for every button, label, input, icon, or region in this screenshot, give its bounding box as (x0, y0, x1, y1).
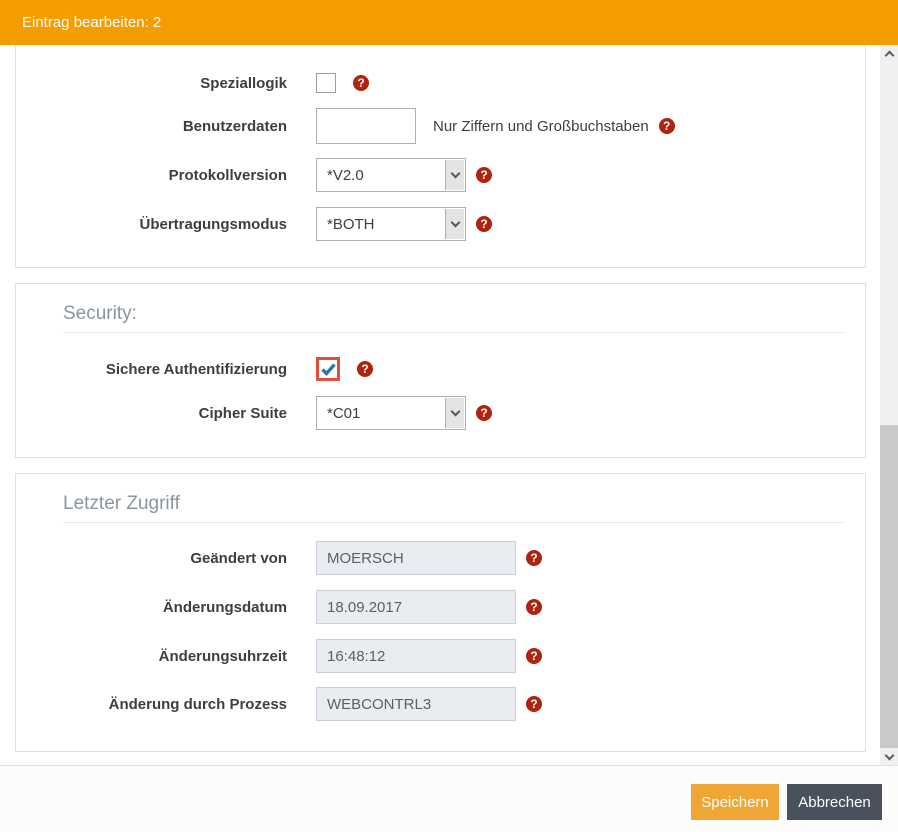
benutzerdaten-label: Benutzerdaten (16, 118, 287, 135)
scrollbar-up-button[interactable] (880, 45, 898, 62)
geaendert-von-label: Geändert von (16, 550, 287, 567)
cipher-suite-select-value: *C01 (317, 405, 360, 422)
sichere-authentifizierung-help-icon[interactable]: ? (357, 361, 373, 377)
uebertragungsmodus-select-value: *BOTH (317, 216, 375, 233)
sichere-authentifizierung-label: Sichere Authentifizierung (16, 361, 287, 378)
protokollversion-label: Protokollversion (16, 167, 287, 184)
aenderungsuhrzeit-label: Änderungsuhrzeit (16, 648, 287, 665)
checkmark-icon (321, 363, 336, 376)
cancel-button[interactable]: Abbrechen (787, 784, 882, 820)
aenderungsdatum-label: Änderungsdatum (16, 599, 287, 616)
cipher-suite-label: Cipher Suite (16, 405, 287, 422)
aenderungsuhrzeit-field: 16:48:12 (316, 639, 516, 673)
aenderungsdatum-help-icon[interactable]: ? (526, 599, 542, 615)
section-divider (63, 522, 845, 523)
form-row-sichere-authentifizierung: Sichere Authentifizierung ? (16, 356, 865, 382)
save-button[interactable]: Speichern (691, 784, 779, 820)
aenderung-durch-prozess-field: WEBCONTRL3 (316, 687, 516, 721)
chevron-down-icon (884, 750, 894, 760)
speziallogik-label: Speziallogik (16, 75, 287, 92)
uebertragungsmodus-select[interactable]: *BOTH (316, 207, 466, 241)
chevron-up-icon (884, 51, 894, 61)
vertical-scrollbar[interactable] (880, 45, 898, 765)
modal-header: Eintrag bearbeiten: 2 (0, 0, 898, 45)
security-card: Security: Sichere Authentifizierung ? Ci… (15, 283, 866, 458)
section-divider (63, 332, 845, 333)
form-row-geaendert-von: Geändert von MOERSCH ? (16, 541, 865, 575)
modal-body: Speziallogik ? Benutzerdaten Nur Ziffern… (0, 45, 898, 765)
form-row-cipher-suite: Cipher Suite *C01 ? (16, 396, 865, 430)
security-heading: Security: (16, 301, 865, 327)
edit-entry-dialog: Eintrag bearbeiten: 2 Speziallogik ? Ben… (0, 0, 898, 832)
chevron-down-icon (445, 398, 464, 428)
scrollbar-down-button[interactable] (880, 748, 898, 765)
aenderungsdatum-field: 18.09.2017 (316, 590, 516, 624)
chevron-down-icon (445, 160, 464, 190)
aenderung-durch-prozess-label: Änderung durch Prozess (16, 696, 287, 713)
form-row-aenderung-durch-prozess: Änderung durch Prozess WEBCONTRL3 ? (16, 687, 865, 721)
benutzerdaten-hint: Nur Ziffern und Großbuchstaben (433, 118, 649, 135)
cipher-suite-select[interactable]: *C01 (316, 396, 466, 430)
last-access-heading: Letzter Zugriff (16, 491, 865, 517)
chevron-down-icon (445, 209, 464, 239)
benutzerdaten-input[interactable] (316, 108, 416, 144)
form-row-aenderungsuhrzeit: Änderungsuhrzeit 16:48:12 ? (16, 639, 865, 673)
uebertragungsmodus-label: Übertragungsmodus (16, 216, 287, 233)
modal-title: Eintrag bearbeiten: 2 (22, 14, 161, 31)
protokollversion-select-value: *V2.0 (317, 167, 364, 184)
modal-footer: Speichern Abbrechen (0, 765, 898, 832)
cipher-suite-help-icon[interactable]: ? (476, 405, 492, 421)
protokollversion-select[interactable]: *V2.0 (316, 158, 466, 192)
benutzerdaten-help-icon[interactable]: ? (659, 118, 675, 134)
form-row-benutzerdaten: Benutzerdaten Nur Ziffern und Großbuchst… (16, 108, 865, 144)
uebertragungsmodus-help-icon[interactable]: ? (476, 216, 492, 232)
form-row-protokollversion: Protokollversion *V2.0 ? (16, 158, 865, 192)
last-access-card: Letzter Zugriff Geändert von MOERSCH ? Ä… (15, 473, 866, 752)
geaendert-von-field: MOERSCH (316, 541, 516, 575)
form-row-speziallogik: Speziallogik ? (16, 73, 865, 93)
sichere-authentifizierung-checkbox[interactable] (316, 357, 340, 381)
speziallogik-checkbox[interactable] (316, 73, 336, 93)
form-row-uebertragungsmodus: Übertragungsmodus *BOTH ? (16, 207, 865, 241)
aenderungsuhrzeit-help-icon[interactable]: ? (526, 648, 542, 664)
general-settings-card: Speziallogik ? Benutzerdaten Nur Ziffern… (15, 45, 866, 268)
aenderung-durch-prozess-help-icon[interactable]: ? (526, 696, 542, 712)
speziallogik-help-icon[interactable]: ? (353, 75, 369, 91)
form-row-aenderungsdatum: Änderungsdatum 18.09.2017 ? (16, 590, 865, 624)
geaendert-von-help-icon[interactable]: ? (526, 550, 542, 566)
scrollbar-thumb[interactable] (880, 425, 898, 748)
protokollversion-help-icon[interactable]: ? (476, 167, 492, 183)
